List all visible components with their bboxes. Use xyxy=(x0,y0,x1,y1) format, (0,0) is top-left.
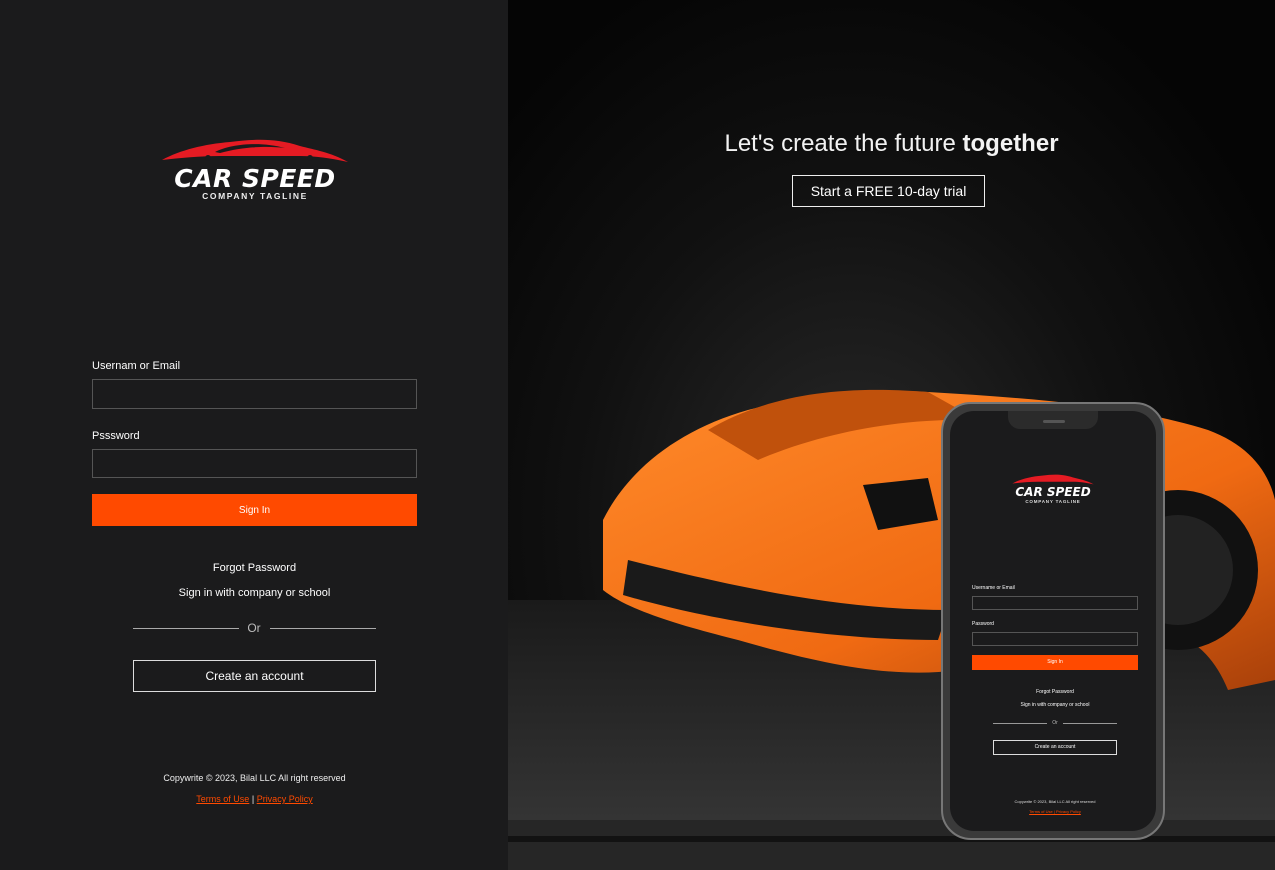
phone-divider-left xyxy=(993,723,1047,724)
or-separator: Or xyxy=(247,621,261,635)
phone-copyright: Copywrite © 2023, Bilal LLC All right re… xyxy=(1014,799,1096,804)
password-input[interactable] xyxy=(92,449,417,478)
phone-brand-tagline: COMPANY TAGLINE xyxy=(1025,499,1081,504)
hero-panel: Let's create the future together Start a… xyxy=(508,0,1275,870)
free-trial-button[interactable]: Start a FREE 10-day trial xyxy=(792,175,985,207)
phone-notch xyxy=(1008,411,1098,429)
phone-create-account-button: Create an account xyxy=(993,740,1117,755)
phone-legal-links: Terms of Use | Privacy Policy xyxy=(1029,809,1081,814)
phone-screen: CAR SPEED COMPANY TAGLINE Username or Em… xyxy=(950,411,1156,831)
company-signin-link[interactable]: Sign in with company or school xyxy=(92,587,417,599)
headline-emphasis: together xyxy=(962,130,1059,157)
phone-or-separator: Or xyxy=(1052,720,1058,726)
login-panel: CAR SPEED COMPANY TAGLINE Usernam or Ema… xyxy=(0,0,508,870)
sign-in-button[interactable]: Sign In xyxy=(92,494,417,526)
create-account-button[interactable]: Create an account xyxy=(133,660,376,692)
headline-prefix: Let's create the future xyxy=(724,130,956,157)
terms-of-use-link[interactable]: Terms of Use xyxy=(196,794,249,804)
hero-headline: Let's create the future together xyxy=(508,130,1275,158)
phone-password-field xyxy=(972,632,1138,646)
privacy-policy-link[interactable]: Privacy Policy xyxy=(257,794,313,804)
brand-logo: CAR SPEED COMPANY TAGLINE xyxy=(160,136,350,202)
phone-forgot-password: Forgot Password xyxy=(1036,689,1074,695)
legal-separator: | xyxy=(251,794,255,804)
divider-right xyxy=(270,628,376,629)
phone-password-label: Password xyxy=(972,621,994,627)
divider-left xyxy=(133,628,239,629)
phone-divider-right xyxy=(1063,723,1117,724)
phone-company-signin: Sign in with company or school xyxy=(1020,702,1090,708)
legal-links: Terms of Use | Privacy Policy xyxy=(92,794,417,804)
password-label: Psssword xyxy=(92,430,140,442)
brand-tagline: COMPANY TAGLINE xyxy=(202,191,308,201)
username-input[interactable] xyxy=(92,379,417,409)
username-label: Usernam or Email xyxy=(92,360,181,372)
forgot-password-link[interactable]: Forgot Password xyxy=(92,562,417,574)
phone-username-label: Username or Email xyxy=(972,585,1015,591)
brand-name: CAR SPEED xyxy=(174,164,336,193)
phone-brand-name: CAR SPEED xyxy=(1015,485,1091,499)
phone-sign-in-button: Sign In xyxy=(972,655,1138,670)
phone-mockup: CAR SPEED COMPANY TAGLINE Username or Em… xyxy=(941,402,1165,840)
phone-username-field xyxy=(972,596,1138,610)
copyright-text: Copywrite © 2023, Bilal LLC All right re… xyxy=(163,773,346,783)
